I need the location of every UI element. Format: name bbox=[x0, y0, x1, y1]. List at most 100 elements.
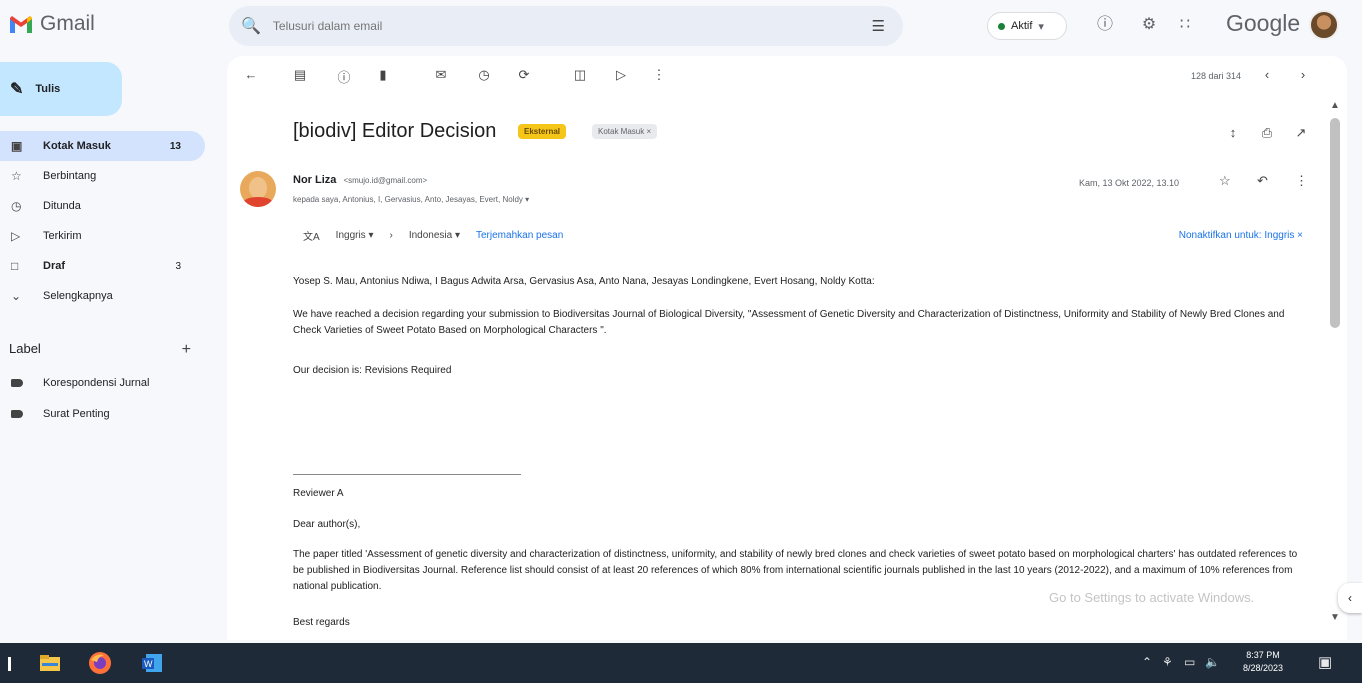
star-icon: ☆ bbox=[11, 169, 22, 183]
side-panel-toggle-icon[interactable]: ‹ bbox=[1338, 583, 1362, 613]
recipients-line[interactable]: kepada saya, Antonius, I, Gervasius, Ant… bbox=[293, 195, 529, 204]
email-salutation: Dear author(s), bbox=[293, 519, 361, 530]
sidebar-item-label: Selengkapnya bbox=[43, 290, 113, 302]
review-paragraph: The paper titled 'Assessment of genetic … bbox=[293, 549, 1298, 592]
compose-label: Tulis bbox=[35, 83, 61, 95]
scrollbar[interactable]: ▲ ▼ bbox=[1327, 100, 1343, 628]
translate-message-link[interactable]: Terjemahkan pesan bbox=[476, 230, 563, 241]
inbox-icon: ▣ bbox=[11, 139, 23, 153]
settings-gear-icon[interactable]: ⚙ bbox=[1138, 14, 1160, 36]
firefox-icon[interactable] bbox=[88, 651, 112, 675]
word-icon[interactable]: W bbox=[140, 651, 164, 675]
chevron-up-icon[interactable]: ⌃ bbox=[1142, 655, 1152, 669]
gmail-wordmark: Gmail bbox=[40, 12, 95, 35]
search-bar[interactable]: 🔍 ☰ bbox=[229, 6, 903, 46]
divider bbox=[293, 474, 521, 475]
back-arrow-icon[interactable]: ← bbox=[241, 67, 261, 82]
label-item[interactable]: Surat Penting bbox=[11, 408, 110, 420]
label-icon[interactable]: ▷ bbox=[611, 67, 631, 83]
search-icon[interactable]: 🔍 bbox=[241, 16, 261, 36]
translate-to-select[interactable]: Indonesia ▾ bbox=[409, 230, 460, 241]
clock-icon: ◷ bbox=[11, 199, 22, 213]
sidebar-item-sent[interactable]: ▷ Terkirim bbox=[0, 221, 205, 251]
collapse-all-icon[interactable]: ↕ bbox=[1223, 125, 1243, 140]
notifications-icon[interactable]: ▣ bbox=[1318, 653, 1332, 671]
chevron-down-icon: ⌄ bbox=[11, 289, 22, 303]
help-icon[interactable]: ⓘ bbox=[1094, 14, 1116, 36]
mark-unread-icon[interactable]: ✉ bbox=[431, 67, 451, 83]
sidebar-item-snoozed[interactable]: ◷ Ditunda bbox=[0, 191, 205, 221]
reply-icon[interactable]: ↶ bbox=[1257, 173, 1268, 189]
snooze-icon[interactable]: ◷ bbox=[474, 67, 494, 83]
sidebar-item-starred[interactable]: ☆ Berbintang bbox=[0, 161, 205, 191]
volume-icon[interactable]: 🔈 bbox=[1205, 655, 1220, 669]
status-chip[interactable]: Aktif ▾ bbox=[987, 12, 1067, 40]
scroll-down-icon[interactable]: ▼ bbox=[1330, 612, 1340, 623]
svg-text:W: W bbox=[144, 659, 153, 669]
more-vert-icon[interactable]: ⋮ bbox=[649, 67, 669, 83]
google-wordmark: Google bbox=[1226, 10, 1301, 36]
label-item[interactable]: Korespondensi Jurnal bbox=[11, 377, 149, 389]
taskbar-clock[interactable]: 8:37 PM 8/28/2023 bbox=[1243, 649, 1283, 675]
draft-icon: □ bbox=[11, 259, 19, 273]
network-icon[interactable]: ⚘ bbox=[1162, 655, 1173, 669]
move-to-icon[interactable]: ◫ bbox=[570, 67, 590, 83]
sender-name: Nor Liza bbox=[293, 174, 337, 186]
label-tag-icon bbox=[11, 379, 23, 387]
scrollbar-thumb[interactable] bbox=[1330, 118, 1340, 328]
add-task-icon[interactable]: ⟳ bbox=[514, 67, 534, 83]
older-chevron-icon[interactable]: › bbox=[1293, 67, 1313, 82]
sidebar-item-label: Kotak Masuk bbox=[43, 140, 111, 152]
archive-icon[interactable]: ▤ bbox=[290, 67, 310, 83]
chevron-down-icon: ▾ bbox=[1038, 20, 1044, 33]
start-icon[interactable] bbox=[8, 657, 11, 671]
clock-time: 8:37 PM bbox=[1246, 650, 1280, 660]
delete-icon[interactable]: ▮ bbox=[373, 67, 393, 83]
more-vert-icon[interactable]: ⋮ bbox=[1295, 173, 1308, 189]
pagination-text: 128 dari 314 bbox=[1190, 71, 1241, 81]
pencil-icon: ✎ bbox=[10, 81, 24, 98]
search-input[interactable] bbox=[272, 19, 833, 33]
sidebar-item-label: Terkirim bbox=[43, 230, 82, 242]
star-icon[interactable]: ☆ bbox=[1219, 173, 1231, 189]
turn-off-translate-link[interactable]: Nonaktifkan untuk: Inggris × bbox=[1179, 230, 1303, 241]
battery-icon[interactable]: ▭ bbox=[1184, 655, 1195, 669]
taskbar: W ⌃ ⚘ ▭ 🔈 8:37 PM 8/28/2023 ▣ bbox=[0, 643, 1362, 683]
inbox-label-chip[interactable]: Kotak Masuk × bbox=[592, 124, 658, 139]
add-label-icon[interactable]: + bbox=[182, 341, 191, 359]
email-subject: [biodiv] Editor Decision bbox=[293, 120, 497, 142]
sender-avatar[interactable] bbox=[240, 171, 276, 207]
send-icon: ▷ bbox=[11, 229, 21, 243]
sidebar-item-drafts[interactable]: □ Draf 3 bbox=[0, 251, 205, 281]
account-avatar[interactable] bbox=[1309, 10, 1339, 40]
label-name: Surat Penting bbox=[43, 408, 110, 420]
scroll-up-icon[interactable]: ▲ bbox=[1330, 100, 1340, 111]
report-spam-icon[interactable]: ⓘ bbox=[334, 67, 354, 86]
labels-title: Label bbox=[9, 341, 41, 356]
status-label: Aktif bbox=[1011, 20, 1033, 32]
apps-grid-icon[interactable]: ∷ bbox=[1174, 14, 1196, 36]
search-options-icon[interactable]: ☰ bbox=[872, 17, 885, 35]
avatar-body bbox=[242, 197, 274, 207]
unread-count: 13 bbox=[169, 140, 181, 152]
translate-bar: 文A Inggris ▾ › Indonesia ▾ Terjemahkan p… bbox=[303, 224, 1303, 246]
sender-line: Nor Liza <smujo.id@gmail.com> bbox=[293, 174, 427, 186]
translate-from-select[interactable]: Inggris ▾ bbox=[336, 230, 374, 241]
reviewer-heading: Reviewer A bbox=[293, 488, 344, 499]
activation-watermark: Go to Settings to activate Windows. bbox=[1049, 590, 1255, 605]
compose-button[interactable]: ✎ Tulis bbox=[0, 62, 122, 116]
file-explorer-icon[interactable] bbox=[38, 651, 62, 675]
sidebar-item-label: Draf bbox=[43, 260, 66, 272]
gmail-logo[interactable]: Gmail bbox=[8, 12, 95, 36]
email-decision: Our decision is: Revisions Required bbox=[293, 365, 452, 376]
newer-chevron-icon[interactable]: ‹ bbox=[1257, 67, 1277, 82]
sender-email: <smujo.id@gmail.com> bbox=[343, 176, 428, 185]
status-dot-icon bbox=[998, 22, 1005, 30]
email-view: ← ▤ ⓘ ▮ ✉ ◷ ⟳ ◫ ▷ ⋮ 128 dari 314 ‹ › [bi… bbox=[227, 56, 1347, 640]
chevron-right-icon: › bbox=[389, 229, 393, 241]
sidebar-item-inbox[interactable]: ▣ Kotak Masuk 13 bbox=[0, 131, 205, 161]
open-new-window-icon[interactable]: ↗ bbox=[1291, 125, 1311, 141]
email-toolbar: ← ▤ ⓘ ▮ ✉ ◷ ⟳ ◫ ▷ ⋮ 128 dari 314 ‹ › bbox=[227, 56, 1347, 98]
sidebar-item-more[interactable]: ⌄ Selengkapnya bbox=[0, 281, 205, 311]
print-icon[interactable]: ⎙ bbox=[1257, 125, 1277, 141]
